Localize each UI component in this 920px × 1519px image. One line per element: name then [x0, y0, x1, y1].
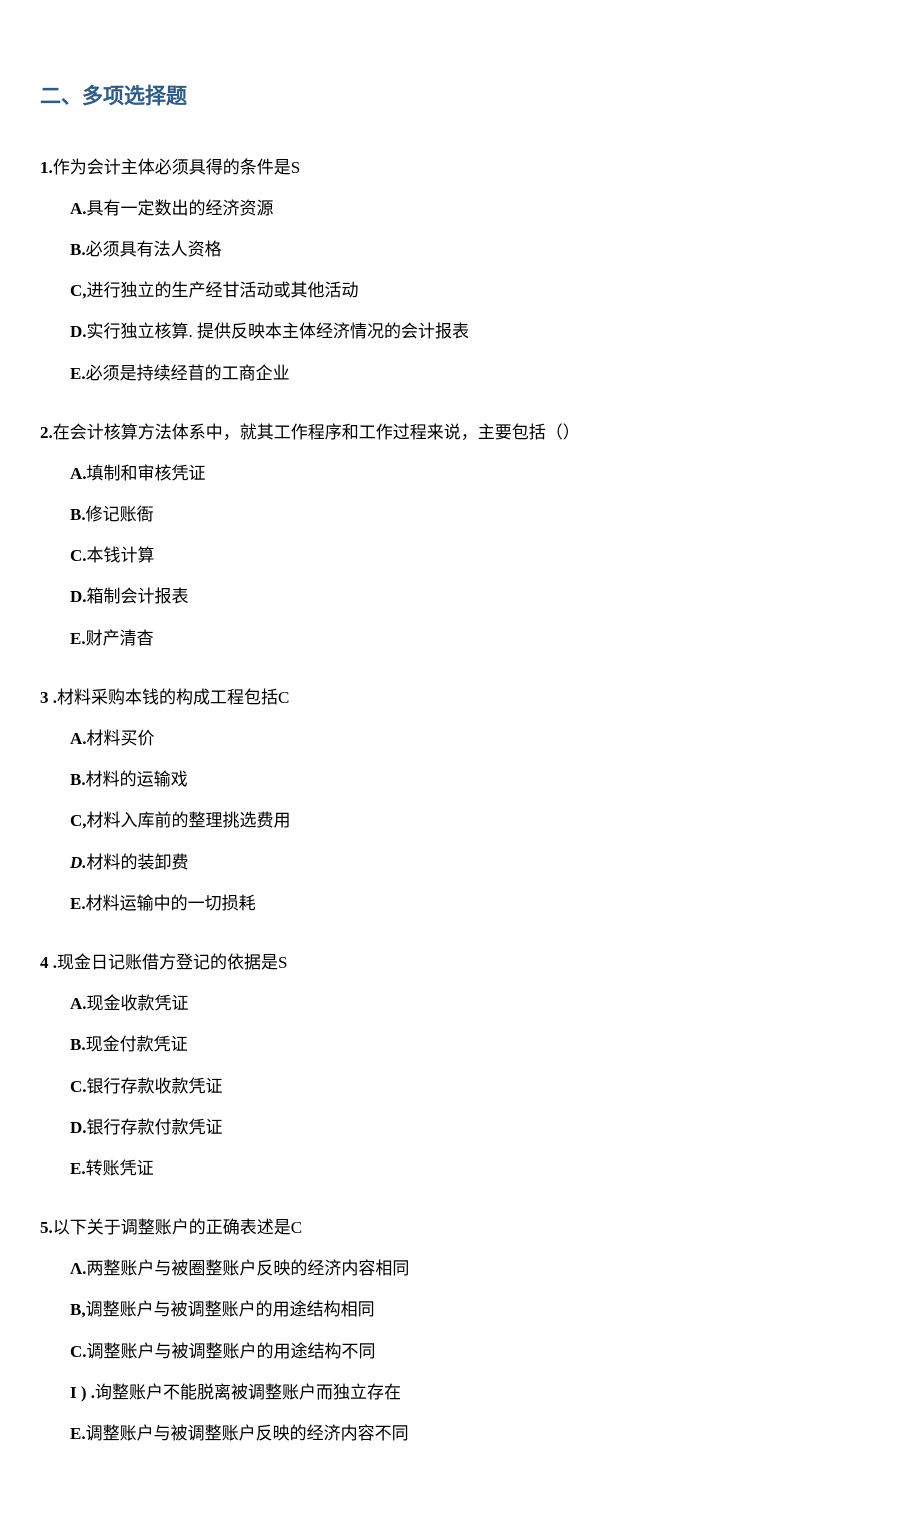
option-label: E.	[70, 625, 86, 652]
question-block: 4 .现金日记账借方登记的依据是SA.现金收款凭证B.现金付款凭证C.银行存款收…	[40, 949, 880, 1182]
options-list: A.具有一定数出的经济资源B.必须具有法人资格C,进行独立的生产经甘活动或其他活…	[40, 195, 880, 387]
question-block: 5.以下关于调整账户的正确表述是C Λ.两整账户与被圈整账户反映的经济内容相同B,…	[40, 1214, 880, 1447]
option-text: 材料运输中的一切损耗	[86, 890, 256, 917]
option-item: B.修记账衙	[70, 501, 880, 528]
option-label: B.	[70, 236, 86, 263]
option-text: 实行独立核算. 提供反映本主体经济情况的会计报表	[87, 318, 470, 345]
question-number: 5.	[40, 1214, 53, 1241]
option-item: E.材料运输中的一切损耗	[70, 890, 880, 917]
option-text: 必须是持续经苜的工商企业	[86, 360, 290, 387]
option-item: A.材料买价	[70, 725, 880, 752]
option-item: E.财产清杳	[70, 625, 880, 652]
question-body: 现金日记账借方登记的依据是S	[57, 949, 287, 976]
option-item: D.箱制会计报表	[70, 583, 880, 610]
option-item: C,材料入库前的整理挑选费用	[70, 807, 880, 834]
option-text: 必须具有法人资格	[86, 236, 222, 263]
option-text: 填制和审核凭证	[87, 460, 206, 487]
option-item: B.现金付款凭证	[70, 1031, 880, 1058]
section-title: 二、多项选择题	[40, 80, 880, 114]
option-text: 转账凭证	[86, 1155, 154, 1182]
option-item: D.实行独立核算. 提供反映本主体经济情况的会计报表	[70, 318, 880, 345]
option-label: A.	[70, 725, 87, 752]
option-item: E.转账凭证	[70, 1155, 880, 1182]
option-text: 两整账户与被圈整账户反映的经济内容相同	[86, 1255, 409, 1282]
questions-container: 1.作为会计主体必须具得的条件是SA.具有一定数出的经济资源B.必须具有法人资格…	[40, 154, 880, 1448]
option-item: C,进行独立的生产经甘活动或其他活动	[70, 277, 880, 304]
option-label: D.	[70, 849, 87, 876]
option-label: I ) .	[70, 1379, 95, 1406]
option-label: B.	[70, 766, 86, 793]
option-text: 现金付款凭证	[86, 1031, 188, 1058]
question-block: 3 .材料采购本钱的构成工程包括CA.材料买价B.材料的运输戏C,材料入库前的整…	[40, 684, 880, 917]
option-text: 询整账户不能脱离被调整账户而独立存在	[95, 1379, 401, 1406]
option-text: 银行存款收款凭证	[87, 1073, 223, 1100]
options-list: A.填制和审核凭证B.修记账衙C.本钱计算D.箱制会计报表E.财产清杳	[40, 460, 880, 652]
option-item: Λ.两整账户与被圈整账户反映的经济内容相同	[70, 1255, 880, 1282]
option-label: Λ.	[70, 1255, 86, 1282]
option-label: E.	[70, 890, 86, 917]
option-label: E.	[70, 360, 86, 387]
option-label: D.	[70, 318, 87, 345]
option-text: 进行独立的生产经甘活动或其他活动	[87, 277, 359, 304]
question-number: 4 .	[40, 949, 57, 976]
question-number: 1.	[40, 154, 53, 181]
question-body: 在会计核算方法体系中，就其工作程序和工作过程来说，主要包括（）	[53, 419, 580, 446]
option-text: 修记账衙	[86, 501, 154, 528]
option-text: 材料的运输戏	[86, 766, 188, 793]
option-label: E.	[70, 1420, 86, 1447]
option-text: 现金收款凭证	[87, 990, 189, 1017]
option-label: C.	[70, 1338, 87, 1365]
option-item: C.本钱计算	[70, 542, 880, 569]
question-text: 1.作为会计主体必须具得的条件是S	[40, 154, 880, 181]
option-item: I ) .询整账户不能脱离被调整账户而独立存在	[70, 1379, 880, 1406]
option-text: 材料买价	[87, 725, 155, 752]
question-block: 1.作为会计主体必须具得的条件是SA.具有一定数出的经济资源B.必须具有法人资格…	[40, 154, 880, 387]
question-text: 3 .材料采购本钱的构成工程包括C	[40, 684, 880, 711]
option-text: 调整账户与被调整账户反映的经济内容不同	[86, 1420, 409, 1447]
option-item: A.填制和审核凭证	[70, 460, 880, 487]
options-list: Λ.两整账户与被圈整账户反映的经济内容相同B,调整账户与被调整账户的用途结构相同…	[40, 1255, 880, 1447]
question-text: 2.在会计核算方法体系中，就其工作程序和工作过程来说，主要包括（）	[40, 419, 880, 446]
question-body: 作为会计主体必须具得的条件是S	[53, 154, 300, 181]
option-label: D.	[70, 583, 87, 610]
option-text: 调整账户与被调整账户的用途结构不同	[87, 1338, 376, 1365]
option-item: A.具有一定数出的经济资源	[70, 195, 880, 222]
option-item: A.现金收款凭证	[70, 990, 880, 1017]
option-item: D.银行存款付款凭证	[70, 1114, 880, 1141]
option-text: 材料入库前的整理挑选费用	[87, 807, 291, 834]
option-item: C.银行存款收款凭证	[70, 1073, 880, 1100]
option-text: 箱制会计报表	[87, 583, 189, 610]
question-text: 5.以下关于调整账户的正确表述是C	[40, 1214, 880, 1241]
question-number: 2.	[40, 419, 53, 446]
question-body: 以下关于调整账户的正确表述是C	[53, 1214, 302, 1241]
option-text: 银行存款付款凭证	[87, 1114, 223, 1141]
option-item: B.必须具有法人资格	[70, 236, 880, 263]
option-label: B.	[70, 1031, 86, 1058]
option-label: B.	[70, 501, 86, 528]
option-item: E.必须是持续经苜的工商企业	[70, 360, 880, 387]
option-label: C.	[70, 1073, 87, 1100]
question-block: 2.在会计核算方法体系中，就其工作程序和工作过程来说，主要包括（） A.填制和审核…	[40, 419, 880, 652]
question-text: 4 .现金日记账借方登记的依据是S	[40, 949, 880, 976]
option-item: C.调整账户与被调整账户的用途结构不同	[70, 1338, 880, 1365]
option-label: D.	[70, 1114, 87, 1141]
question-body: 材料采购本钱的构成工程包括C	[57, 684, 289, 711]
option-label: E.	[70, 1155, 86, 1182]
option-text: 具有一定数出的经济资源	[87, 195, 274, 222]
option-label: A.	[70, 195, 87, 222]
option-label: C,	[70, 807, 87, 834]
option-text: 本钱计算	[87, 542, 155, 569]
option-label: A.	[70, 990, 87, 1017]
option-label: A.	[70, 460, 87, 487]
option-text: 财产清杳	[86, 625, 154, 652]
option-item: E.调整账户与被调整账户反映的经济内容不同	[70, 1420, 880, 1447]
option-text: 材料的装卸费	[87, 849, 189, 876]
options-list: A.现金收款凭证B.现金付款凭证C.银行存款收款凭证D.银行存款付款凭证E.转账…	[40, 990, 880, 1182]
option-item: D.材料的装卸费	[70, 849, 880, 876]
option-item: B.材料的运输戏	[70, 766, 880, 793]
question-number: 3 .	[40, 684, 57, 711]
options-list: A.材料买价B.材料的运输戏C,材料入库前的整理挑选费用D.材料的装卸费E.材料…	[40, 725, 880, 917]
option-label: C.	[70, 542, 87, 569]
option-label: C,	[70, 277, 87, 304]
